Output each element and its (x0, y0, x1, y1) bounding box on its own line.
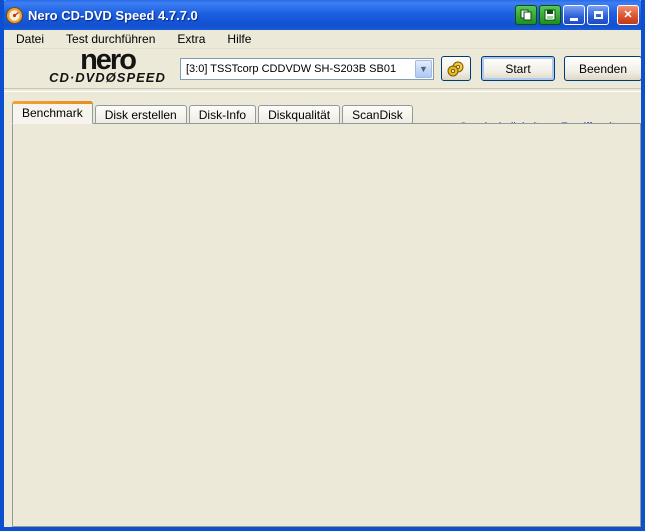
save-icon (544, 9, 556, 21)
menu-item-hilfe[interactable]: Hilfe (227, 32, 251, 46)
chevron-down-icon[interactable]: ▼ (415, 60, 432, 78)
tab-diskqualit-t[interactable]: Diskqualität (258, 105, 341, 124)
toolbar: nero CD·DVDØSPEED [3:0] TSSTcorp CDDVDW … (4, 44, 641, 92)
close-icon: ✕ (623, 8, 633, 21)
app-window: Nero CD-DVD Speed 4.7.7.0 ✕ Datei Test du… (0, 0, 645, 531)
tab-disk-erstellen[interactable]: Disk erstellen (94, 105, 187, 124)
start-button[interactable]: Start (481, 56, 555, 81)
quit-button[interactable]: Beenden (564, 56, 641, 81)
tab-strip: Benchmark Disk erstellen Disk-Info Diskqual… (12, 101, 415, 124)
minimize-button[interactable] (563, 5, 585, 25)
menu-item-datei[interactable]: Datei (16, 32, 44, 46)
tab-scandisk[interactable]: ScanDisk (342, 105, 413, 124)
window-title: Nero CD-DVD Speed 4.7.7.0 (28, 7, 198, 23)
tab-benchmark[interactable]: Benchmark (12, 101, 93, 124)
disc-glyph-icon: Ø (105, 70, 117, 85)
benchmark-tab-page (12, 123, 641, 527)
drive-selector-combobox[interactable]: [3:0] TSSTcorp CDDVDW SH-S203B SB01 ▼ (180, 58, 434, 80)
menu-item-extra[interactable]: Extra (177, 32, 205, 46)
drive-selector-value: [3:0] TSSTcorp CDDVDW SH-S203B SB01 (186, 63, 397, 75)
nero-logo-wordmark: nero (80, 44, 137, 76)
eject-disc-icon (447, 61, 464, 76)
maximize-button[interactable] (587, 5, 609, 25)
title-bar[interactable]: Nero CD-DVD Speed 4.7.7.0 ✕ (4, 0, 641, 30)
nero-logo: nero CD·DVDØSPEED (20, 44, 195, 85)
copy-report-button[interactable] (515, 5, 537, 25)
copy-icon (520, 9, 532, 21)
minimize-icon (570, 18, 578, 21)
nero-logo-tagline: CD·DVDØSPEED (49, 70, 166, 85)
app-disc-icon (6, 6, 23, 24)
close-button[interactable]: ✕ (617, 5, 639, 25)
save-button[interactable] (539, 5, 561, 25)
eject-button[interactable] (441, 56, 471, 81)
maximize-icon (593, 11, 603, 19)
tab-disk-info[interactable]: Disk-Info (188, 105, 257, 124)
